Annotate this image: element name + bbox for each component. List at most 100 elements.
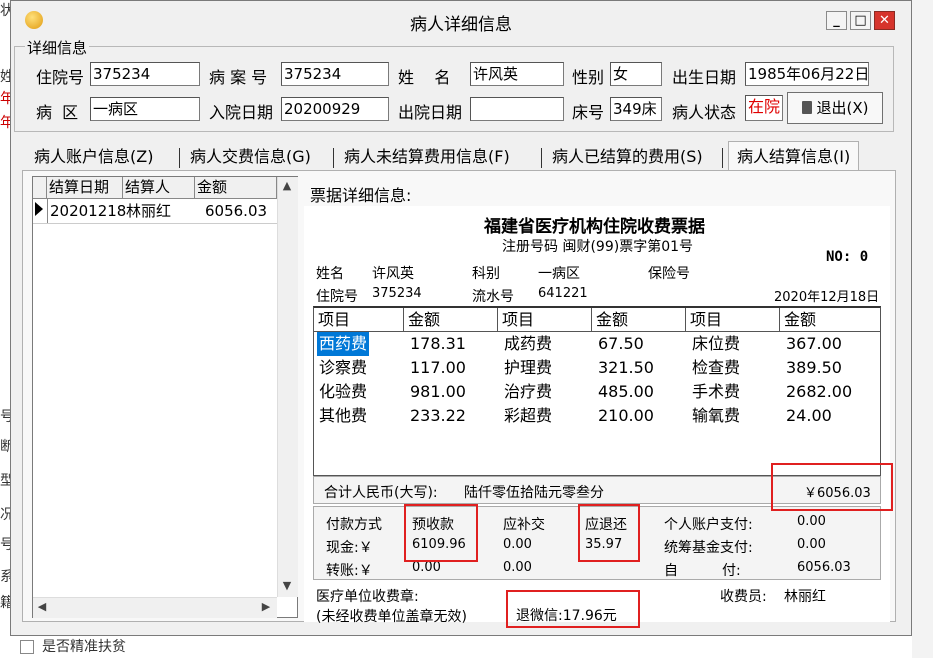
fee-amount: 485.00 [598,382,654,401]
title-bar[interactable]: 病人详细信息 _ □ ✕ [11,1,911,39]
grid-vertical-scrollbar[interactable]: ▲ ▼ [277,177,298,597]
receipt-insurance-label: 保险号 [648,266,690,282]
receipt-date: 2020年12月18日 [774,290,880,305]
grid-header-person[interactable]: 结算人 [123,177,195,199]
fee-header-amount: 金额 [404,308,498,332]
case-no-label: 病 案 号 [209,68,268,87]
self-pay-value: 6056.03 [797,560,851,575]
self-pay-label-b: 付: [722,563,741,579]
fee-item: 检查费 [692,358,741,377]
gender-label: 性别 [572,68,605,87]
fee-amount: 178.31 [410,334,466,353]
cashier-label: 收费员: [720,589,767,605]
tab-unsettled-fees[interactable]: 病人未结算费用信息(F) [344,144,510,170]
receipt-reg-code: 注册号码 闽财(99)票字第01号 [502,239,694,255]
precision-poverty-label: 是否精准扶贫 [42,639,126,655]
minimize-button[interactable]: _ [826,11,847,30]
tab-separator [179,148,180,168]
scroll-down-icon[interactable]: ▼ [278,577,296,595]
discharge-label: 出院日期 [398,103,463,122]
bed-label: 床号 [572,103,605,122]
name-field[interactable]: 许风英 [470,62,564,86]
supplement-label: 应补交 [503,517,545,533]
fee-amount: 233.22 [410,406,466,425]
fee-header-item: 项目 [314,308,404,332]
fee-amount: 389.50 [786,358,842,377]
fee-header-amount: 金额 [592,308,686,332]
exit-button[interactable]: 退出(X) [787,92,883,124]
fee-amount: 24.00 [786,406,832,425]
receipt-dept: 一病区 [538,266,580,282]
personal-account-label: 个人账户支付: [664,517,753,533]
fee-item: 化验费 [319,382,368,401]
grid-corner [33,177,47,199]
annotation-box-prepaid [404,504,478,562]
grid-header-date[interactable]: 结算日期 [47,177,123,199]
fee-table[interactable]: 项目 金额 项目 金额 项目 金额 西药费 178.31 成药费 67.50 床… [313,306,881,476]
personal-account-value: 0.00 [797,514,826,529]
discharge-field[interactable] [470,97,564,121]
tab-settlement-info[interactable]: 病人结算信息(I) [728,141,860,170]
name-label: 姓 名 [398,68,451,87]
status-label: 病人状态 [672,103,737,122]
settlement-grid[interactable]: 结算日期 结算人 金额 20201218 林丽红 6056.03 ▲ ▼ ◀ ▶ [32,176,298,618]
receipt-dept-label: 科别 [472,266,500,282]
grid-header-amount[interactable]: 金额 [195,177,277,199]
fee-item: 诊察费 [319,358,368,377]
gender-field[interactable]: 女 [610,62,662,86]
receipt-admission: 375234 [372,286,422,301]
fee-item: 床位费 [692,334,741,353]
bed-field[interactable]: 349床 [610,97,662,121]
total-words: 陆仟零伍拾陆元零叁分 [464,485,604,501]
details-legend: 详细信息 [25,37,90,58]
close-button[interactable]: ✕ [874,11,895,30]
fund-label: 统筹基金支付: [664,540,753,556]
admission-no-label: 住院号 [36,68,85,87]
receipt-no: NO: 0 [826,249,869,265]
scroll-up-icon[interactable]: ▲ [278,177,296,195]
ward-field[interactable]: 一病区 [90,97,200,121]
fee-amount: 2682.00 [786,382,853,401]
transfer-supplement: 0.00 [503,560,532,575]
birth-field[interactable]: 1985年06月22日 [745,62,869,86]
self-pay-label-a: 自 [664,563,678,579]
ward-label: 病 区 [36,103,79,122]
maximize-button[interactable]: □ [850,11,871,30]
fee-amount: 210.00 [598,406,654,425]
stamp-label: 医疗单位收费章: [316,589,419,605]
receipt-name: 许风英 [372,266,414,282]
annotation-box-total [771,463,893,511]
row-pointer-icon [35,202,43,216]
fee-item: 成药费 [504,334,553,353]
tab-settled-fees[interactable]: 病人已结算的费用(S) [552,144,703,170]
birth-label: 出生日期 [672,68,737,87]
tab-separator [333,148,334,168]
cashier-name: 林丽红 [784,589,826,605]
fee-item[interactable]: 西药费 [317,332,370,356]
fee-amount: 117.00 [410,358,466,377]
admit-date-label: 入院日期 [209,103,274,122]
tab-payment-info[interactable]: 病人交费信息(G) [190,144,311,170]
fee-item: 输氧费 [692,406,741,425]
scroll-right-icon[interactable]: ▶ [257,598,275,616]
fee-header-amount: 金额 [780,308,880,332]
fee-amount: 67.50 [598,334,644,353]
grid-horizontal-scrollbar[interactable]: ◀ ▶ [33,597,277,618]
fee-header-item: 项目 [498,308,592,332]
fee-item: 护理费 [504,358,553,377]
admission-no-field[interactable]: 375234 [90,62,200,86]
annotation-box-refund [578,504,640,562]
fee-amount: 321.50 [598,358,654,377]
background-app-strip-right [912,0,933,658]
fee-amount: 367.00 [786,334,842,353]
status-field[interactable]: 在院 [745,95,783,121]
tab-account-info[interactable]: 病人账户信息(Z) [34,144,153,170]
window-title: 病人详细信息 [410,15,512,35]
receipt-section-label: 票据详细信息: [310,186,412,205]
receipt-serial-label: 流水号 [472,289,514,305]
admit-date-field[interactable]: 20200929 [281,97,389,121]
pay-method-label: 付款方式 [326,517,382,533]
case-no-field[interactable]: 375234 [281,62,389,86]
precision-poverty-checkbox[interactable] [20,640,34,654]
scroll-left-icon[interactable]: ◀ [33,598,51,616]
